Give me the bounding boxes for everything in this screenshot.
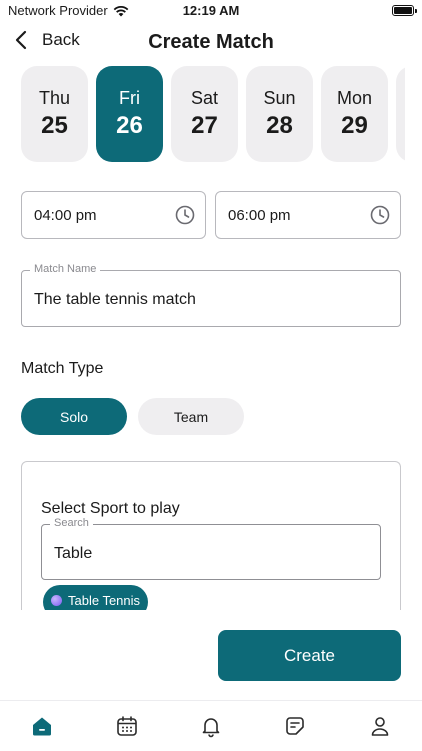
sport-card-title: Select Sport to play	[41, 500, 180, 517]
date-day-of-week: Mon	[336, 88, 372, 108]
date-strip[interactable]: Thu 25 Fri 26 Sat 27 Sun 28 Mon 29	[21, 66, 405, 162]
nav-notifications[interactable]	[191, 706, 231, 746]
nav-notes[interactable]	[275, 706, 315, 746]
date-card[interactable]: Sun 28	[246, 66, 313, 162]
start-time-field[interactable]: 04:00 pm	[21, 191, 206, 239]
match-name-value: The table tennis match	[34, 291, 196, 308]
header: Back Create Match	[0, 28, 422, 60]
profile-icon	[371, 717, 389, 736]
match-type-label: Match Type	[21, 360, 104, 377]
date-day-of-week: Sat	[190, 88, 219, 108]
date-card[interactable]: Sat 27	[171, 66, 238, 162]
date-day-number: 27	[191, 112, 218, 139]
end-time-field[interactable]: 06:00 pm	[215, 191, 401, 239]
match-type-team-button[interactable]: Team	[138, 398, 244, 435]
search-value: Table	[54, 545, 93, 562]
sport-selection-card: Select Sport to play Search Table Table …	[21, 461, 401, 610]
date-card[interactable]: Fri 26	[96, 66, 163, 162]
date-day-number: 25	[41, 112, 68, 139]
page-title: Create Match	[148, 31, 274, 53]
date-card[interactable]	[396, 66, 405, 162]
battery-icon	[392, 5, 417, 16]
sport-chip-table-tennis[interactable]: Table Tennis	[43, 585, 149, 610]
sport-chip-label: Table Tennis	[68, 593, 141, 608]
sport-search-input[interactable]: Search Table	[41, 517, 381, 580]
match-type-solo-button[interactable]: Solo	[21, 398, 127, 435]
notes-icon	[286, 717, 305, 735]
start-time-value: 04:00 pm	[34, 206, 97, 224]
clock-icon	[370, 205, 390, 225]
date-card[interactable]: Mon 29	[321, 66, 388, 162]
date-day-of-week: Thu	[38, 88, 71, 108]
match-name-field[interactable]: Match Name The table tennis match	[21, 263, 401, 327]
date-day-of-week: Fri	[119, 88, 140, 108]
date-card[interactable]: Thu 25	[21, 66, 88, 162]
calendar-icon	[116, 716, 137, 736]
clock-icon	[175, 205, 195, 225]
end-time-value: 06:00 pm	[228, 206, 291, 224]
bell-icon	[202, 718, 220, 738]
nav-profile[interactable]	[360, 706, 400, 746]
clock-time: 12:19 AM	[182, 3, 240, 18]
nav-calendar[interactable]	[107, 706, 147, 746]
ball-icon	[51, 595, 62, 606]
status-bar: Network Provider 12:19 AM	[0, 0, 422, 24]
date-day-number: 28	[266, 112, 293, 139]
date-day-number: 26	[116, 112, 143, 139]
date-day-number: 29	[341, 112, 368, 139]
nav-home[interactable]	[22, 706, 62, 746]
create-button[interactable]: Create	[218, 630, 401, 681]
match-name-label: Match Name	[30, 263, 101, 275]
bottom-nav	[0, 700, 422, 751]
home-icon	[33, 717, 52, 736]
date-day-of-week: Sun	[263, 88, 296, 108]
search-label: Search	[50, 517, 93, 529]
